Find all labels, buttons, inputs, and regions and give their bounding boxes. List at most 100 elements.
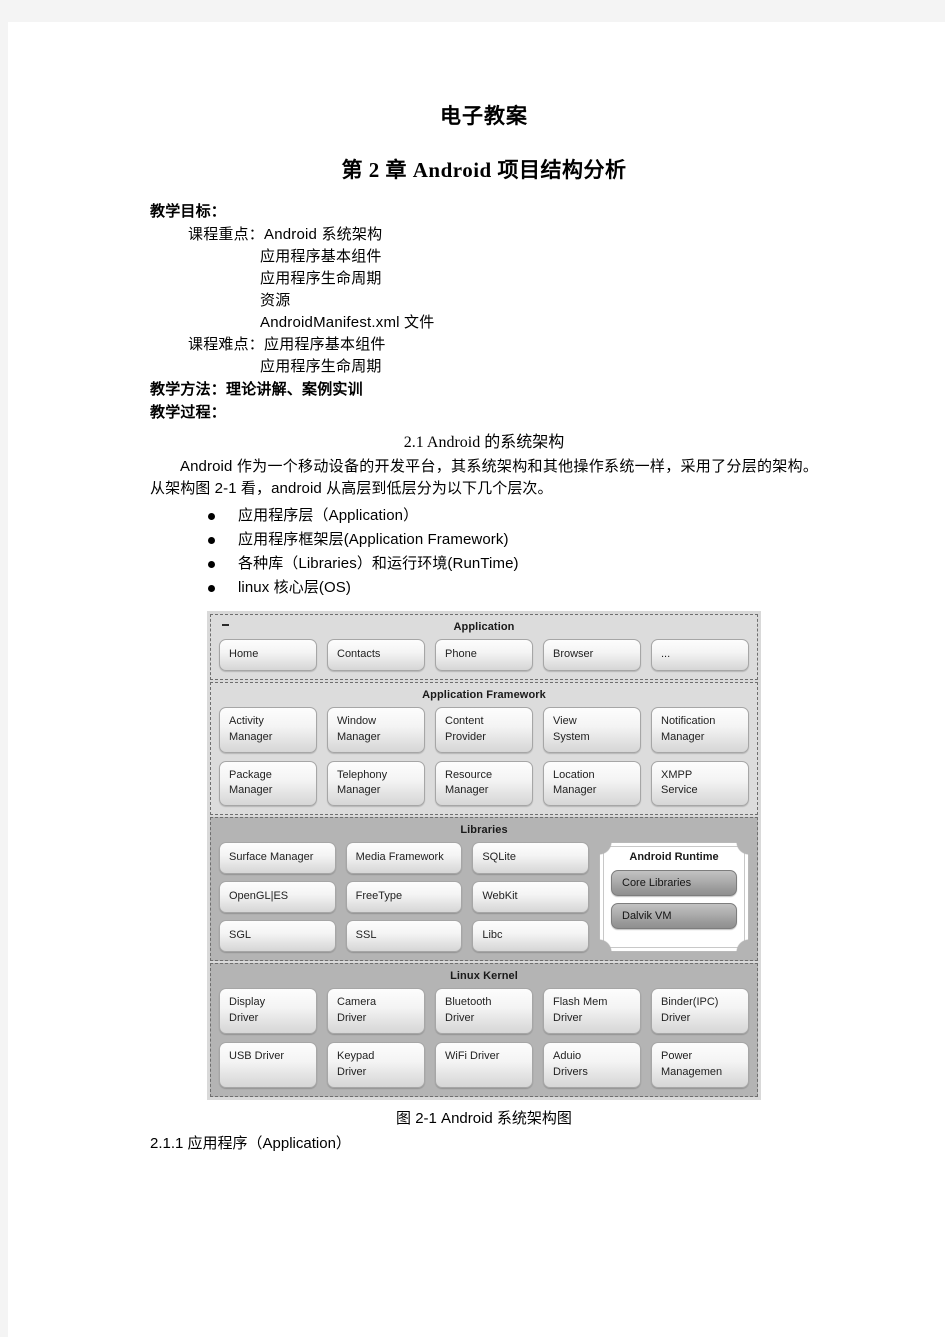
android-architecture-diagram: Application Home Contacts Phone Browser … xyxy=(207,610,761,1100)
kernel-box-binder-ipc-driver: Binder(IPC) Driver xyxy=(651,988,749,1035)
key-point-item: 资源 xyxy=(260,292,291,309)
document-content: 电子教案 第 2 章 Android 项目结构分析 教学目标： 课程重点：And… xyxy=(150,100,818,1155)
key-point-item: 应用程序基本组件 xyxy=(260,248,382,265)
box-label: Aduio xyxy=(553,1050,582,1063)
layer-application-framework: Application Framework Activity Manager W… xyxy=(210,681,758,816)
box-label-2: System xyxy=(553,730,590,743)
architecture-figure: Application Home Contacts Phone Browser … xyxy=(150,610,818,1100)
box-label: Activity xyxy=(229,714,264,727)
figure-caption: 图 2-1 Android 系统架构图 xyxy=(396,1109,572,1127)
key-point-item: 应用程序生命周期 xyxy=(260,270,382,287)
box-label-2: Service xyxy=(661,784,698,797)
lib-box-surface-manager: Surface Manager xyxy=(219,842,336,875)
box-label: Location xyxy=(553,768,595,781)
fw-box-location-manager: Location Manager xyxy=(543,760,641,807)
fw-box-activity-manager: Activity Manager xyxy=(219,706,317,753)
box-label: ... xyxy=(661,647,671,660)
box-label: Keypad xyxy=(337,1050,375,1063)
layer-row: USB Driver Keypad Driver WiFi Driver Adu… xyxy=(219,1042,749,1088)
layer-row: OpenGL|ES FreeType WebKit xyxy=(219,881,590,914)
box-label: WiFi Driver xyxy=(445,1050,500,1063)
box-label-2: Managemen xyxy=(661,1066,723,1078)
lib-box-freetype: FreeType xyxy=(345,881,463,914)
box-label-2: Driver xyxy=(337,1066,367,1078)
box-label: Binder(IPC) xyxy=(661,996,719,1009)
kernel-box-keypad-driver: Keypad Driver xyxy=(327,1042,425,1088)
box-label-2: Manager xyxy=(337,784,381,797)
kernel-box-usb-driver: USB Driver xyxy=(219,1042,317,1088)
fw-box-telephony-manager: Telephony Manager xyxy=(327,760,425,807)
box-label-2: Driver xyxy=(337,1012,367,1025)
box-label-2: Driver xyxy=(445,1012,475,1025)
box-label: Package xyxy=(229,768,272,781)
fw-box-view-system: View System xyxy=(543,706,641,753)
box-label: Window xyxy=(337,714,377,727)
section-paragraph: Android 作为一个移动设备的开发平台，其系统架构和其他操作系统一样，采用了… xyxy=(150,458,818,497)
app-box-browser: Browser xyxy=(543,638,641,671)
box-label-2: Drivers xyxy=(553,1066,588,1078)
box-label: Camera xyxy=(337,996,377,1009)
box-label: View xyxy=(553,714,577,727)
fw-box-xmpp-service: XMPP Service xyxy=(651,760,749,807)
lib-box-sqlite: SQLite xyxy=(472,842,590,875)
layer-row: SGL SSL Libc xyxy=(219,920,590,953)
runtime-title: Android Runtime xyxy=(629,851,719,864)
layer-row: Activity Manager Window Manager Content … xyxy=(219,706,749,753)
kernel-box-camera-driver: Camera Driver xyxy=(327,988,425,1035)
box-label: Contacts xyxy=(337,647,381,660)
list-item: 各种库（Libraries）和运行环境(RunTime) xyxy=(208,552,818,576)
layer-title: Application xyxy=(453,620,515,633)
layer-row: Surface Manager Media Framework SQLite xyxy=(219,842,590,875)
box-label-2: Driver xyxy=(553,1012,583,1025)
box-label-2: Provider xyxy=(445,730,486,743)
teaching-process-label: 教学过程： xyxy=(150,404,227,421)
layer-bullet-list: 应用程序层（Application） 应用程序框架层(Application F… xyxy=(150,504,818,601)
list-item: 应用程序层（Application） xyxy=(208,504,818,528)
box-label: FreeType xyxy=(355,890,403,903)
layer-libraries: Libraries Surface Manager Media Framewor… xyxy=(210,817,758,962)
box-label: Telephony xyxy=(337,768,388,781)
layer-title: Libraries xyxy=(460,824,508,837)
runtime-box-dalvik-vm: Dalvik VM xyxy=(611,903,737,930)
kernel-box-display-driver: Display Driver xyxy=(219,988,317,1035)
app-box-contacts: Contacts xyxy=(327,638,425,671)
box-label: Notification xyxy=(661,714,716,727)
box-label: Home xyxy=(229,647,259,660)
key-point-item: AndroidManifest.xml 文件 xyxy=(260,314,435,331)
box-label: Surface Manager xyxy=(229,851,314,864)
page-title: 电子教案 xyxy=(440,104,528,128)
box-label: Content xyxy=(445,714,484,727)
layer-row: Package Manager Telephony Manager Resour… xyxy=(219,760,749,807)
figure-tick-mark xyxy=(222,623,229,626)
fw-box-package-manager: Package Manager xyxy=(219,760,317,807)
box-label: Power xyxy=(661,1050,693,1063)
layer-row: Home Contacts Phone Browser ... xyxy=(219,638,749,671)
list-item: 应用程序框架层(Application Framework) xyxy=(208,528,818,552)
box-label: Media Framework xyxy=(355,851,444,864)
box-label: Flash Mem xyxy=(553,996,608,1009)
app-box-home: Home xyxy=(219,638,317,671)
libraries-grid: Surface Manager Media Framework SQLite O… xyxy=(219,842,590,953)
box-label: Browser xyxy=(553,647,594,660)
app-box-more: ... xyxy=(651,638,749,671)
box-label-2: Manager xyxy=(445,784,489,797)
box-label: Libc xyxy=(482,929,503,942)
teaching-methods-label: 教学方法：理论讲解、案例实训 xyxy=(150,381,363,398)
kernel-box-power-management: Power Managemen xyxy=(651,1042,749,1088)
chapter-title: 第 2 章 Android 项目结构分析 xyxy=(341,158,627,182)
box-label-2: Driver xyxy=(661,1012,691,1025)
layer-title: Linux Kernel xyxy=(450,970,518,983)
lib-box-opengl-es: OpenGL|ES xyxy=(219,881,336,914)
kernel-box-flash-mem-driver: Flash Mem Driver xyxy=(543,988,641,1035)
subsection-heading: 2.1.1 应用程序（Application） xyxy=(150,1134,351,1152)
fw-box-window-manager: Window Manager xyxy=(327,706,425,753)
lib-box-media-framework: Media Framework xyxy=(345,842,463,875)
box-label: SGL xyxy=(229,929,252,942)
fw-box-notification-manager: Notification Manager xyxy=(651,706,749,753)
lib-box-libc: Libc xyxy=(472,920,590,953)
lib-box-ssl: SSL xyxy=(345,920,463,953)
fw-box-content-provider: Content Provider xyxy=(435,706,533,753)
box-label: OpenGL|ES xyxy=(229,890,289,903)
box-label-2: Driver xyxy=(229,1012,259,1025)
kernel-box-wifi-driver: WiFi Driver xyxy=(435,1042,533,1088)
